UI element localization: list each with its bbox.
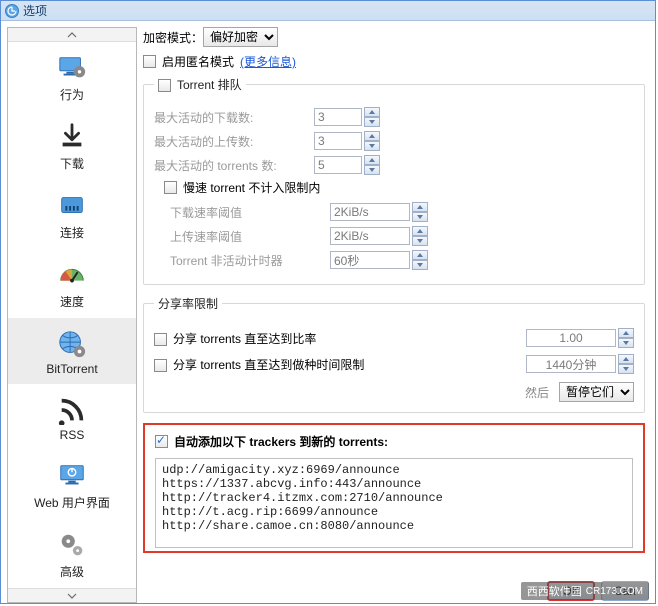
spin-up-icon[interactable] — [364, 155, 380, 165]
sidebar-item-advanced[interactable]: 高级 — [8, 519, 136, 588]
inactivity-timer-label: Torrent 非活动计时器 — [170, 252, 330, 269]
sidebar-scroll-up[interactable] — [8, 28, 136, 42]
spin-down-icon[interactable] — [364, 165, 380, 175]
max-active-downloads-spinner[interactable] — [314, 107, 380, 127]
then-label: 然后 — [525, 384, 549, 401]
max-active-uploads-label: 最大活动的上传数: — [154, 133, 314, 150]
anonymous-row: 启用匿名模式 (更多信息) — [143, 53, 651, 70]
max-active-uploads-spinner[interactable] — [314, 131, 380, 151]
auto-trackers-label: 自动添加以下 trackers 到新的 torrents: — [174, 433, 388, 450]
max-active-downloads-label: 最大活动的下载数: — [154, 109, 314, 126]
share-ratio-checkbox[interactable] — [154, 333, 167, 346]
encryption-row: 加密模式： 偏好加密强制加密禁用加密 — [143, 27, 651, 47]
share-time-input[interactable] — [526, 355, 616, 373]
max-active-torrents-spinner[interactable] — [314, 155, 380, 175]
share-ratio-spinner[interactable] — [526, 328, 634, 348]
queueing-fieldset: Torrent 排队 最大活动的下载数: 最大活动的上传数: 最大活动的 tor… — [143, 76, 645, 285]
spin-up-icon[interactable] — [412, 202, 428, 212]
watermark-site: 西西软件园 — [527, 583, 582, 599]
dl-threshold-label: 下载速率阈值 — [170, 204, 330, 221]
spin-down-icon[interactable] — [412, 236, 428, 246]
spin-down-icon[interactable] — [618, 364, 634, 374]
share-action-select[interactable]: 暂停它们删除它们 — [559, 382, 634, 402]
spin-up-icon[interactable] — [364, 107, 380, 117]
sidebar-item-rss[interactable]: RSS — [8, 384, 136, 450]
sidebar-item-behavior[interactable]: 行为 — [8, 42, 136, 111]
rss-icon — [8, 394, 136, 426]
queueing-legend: Torrent 排队 — [177, 78, 242, 92]
slow-excluded-label: 慢速 torrent 不计入限制内 — [183, 179, 320, 196]
encryption-label: 加密模式： — [143, 29, 203, 46]
sidebar-item-speed[interactable]: 速度 — [8, 249, 136, 318]
encryption-mode-select[interactable]: 偏好加密强制加密禁用加密 — [203, 27, 278, 47]
sidebar-item-label: 速度 — [8, 293, 136, 310]
watermark-url: CR173.COM — [586, 586, 643, 597]
share-limit-legend: 分享率限制 — [154, 295, 222, 312]
dl-threshold-spinner[interactable] — [330, 202, 428, 222]
ul-threshold-label: 上传速率阈值 — [170, 228, 330, 245]
spin-down-icon[interactable] — [364, 141, 380, 151]
share-ratio-input[interactable] — [526, 329, 616, 347]
anonymous-more-info-link[interactable]: (更多信息) — [240, 53, 296, 70]
anonymous-mode-checkbox[interactable] — [143, 55, 156, 68]
watermark: 西西软件园 CR173.COM — [521, 582, 649, 600]
max-active-torrents-input[interactable] — [314, 156, 362, 174]
spin-up-icon[interactable] — [618, 328, 634, 338]
sidebar-item-downloads[interactable]: 下载 — [8, 111, 136, 180]
app-logo-icon — [5, 4, 19, 18]
inactivity-timer-input[interactable] — [330, 251, 410, 269]
share-time-spinner[interactable] — [526, 354, 634, 374]
download-icon — [8, 121, 136, 153]
ul-threshold-input[interactable] — [330, 227, 410, 245]
inactivity-timer-spinner[interactable] — [330, 250, 428, 270]
sidebar-item-webui[interactable]: Web 用户界面 — [8, 450, 136, 519]
ethernet-icon — [8, 190, 136, 222]
auto-trackers-box: 自动添加以下 trackers 到新的 torrents: — [143, 423, 645, 553]
spin-down-icon[interactable] — [412, 260, 428, 270]
sidebar-item-label: 高级 — [8, 563, 136, 580]
globe-gear-icon — [8, 328, 136, 360]
options-sidebar: 行为 下载 连接 速度 — [7, 27, 137, 603]
ul-threshold-spinner[interactable] — [330, 226, 428, 246]
window-title: 选项 — [23, 2, 47, 19]
titlebar: 选项 — [1, 1, 655, 21]
anonymous-mode-label: 启用匿名模式 — [162, 53, 234, 70]
auto-trackers-checkbox[interactable] — [155, 435, 168, 448]
share-time-label: 分享 torrents 直至达到做种时间限制 — [173, 358, 364, 372]
spin-down-icon[interactable] — [412, 212, 428, 222]
gauge-icon — [8, 259, 136, 291]
dl-threshold-input[interactable] — [330, 203, 410, 221]
sidebar-item-connection[interactable]: 连接 — [8, 180, 136, 249]
sidebar-item-label: BitTorrent — [8, 362, 136, 376]
spin-up-icon[interactable] — [412, 226, 428, 236]
spin-up-icon[interactable] — [618, 354, 634, 364]
sidebar-scroll-down[interactable] — [8, 588, 136, 602]
share-time-checkbox[interactable] — [154, 359, 167, 372]
bittorrent-panel: 加密模式： 偏好加密强制加密禁用加密 启用匿名模式 (更多信息) Torrent… — [143, 27, 655, 603]
share-limit-fieldset: 分享率限制 分享 torrents 直至达到比率 分享 torrents 直至达… — [143, 295, 645, 413]
auto-trackers-textarea[interactable] — [155, 458, 633, 548]
sidebar-item-bittorrent[interactable]: BitTorrent — [8, 318, 136, 384]
sidebar-item-label: RSS — [8, 428, 136, 442]
gears-icon — [8, 529, 136, 561]
queueing-enable-checkbox[interactable] — [158, 79, 171, 92]
spin-down-icon[interactable] — [364, 117, 380, 127]
share-ratio-label: 分享 torrents 直至达到比率 — [173, 332, 316, 346]
spin-up-icon[interactable] — [364, 131, 380, 141]
spin-down-icon[interactable] — [618, 338, 634, 348]
max-active-uploads-input[interactable] — [314, 132, 362, 150]
sidebar-item-label: 行为 — [8, 86, 136, 103]
sidebar-item-label: Web 用户界面 — [8, 494, 136, 511]
monitor-power-icon — [8, 460, 136, 492]
slow-excluded-checkbox[interactable] — [164, 181, 177, 194]
spin-up-icon[interactable] — [412, 250, 428, 260]
sidebar-item-label: 下载 — [8, 155, 136, 172]
monitor-gear-icon — [8, 52, 136, 84]
sidebar-item-label: 连接 — [8, 224, 136, 241]
max-active-downloads-input[interactable] — [314, 108, 362, 126]
max-active-torrents-label: 最大活动的 torrents 数: — [154, 157, 314, 174]
